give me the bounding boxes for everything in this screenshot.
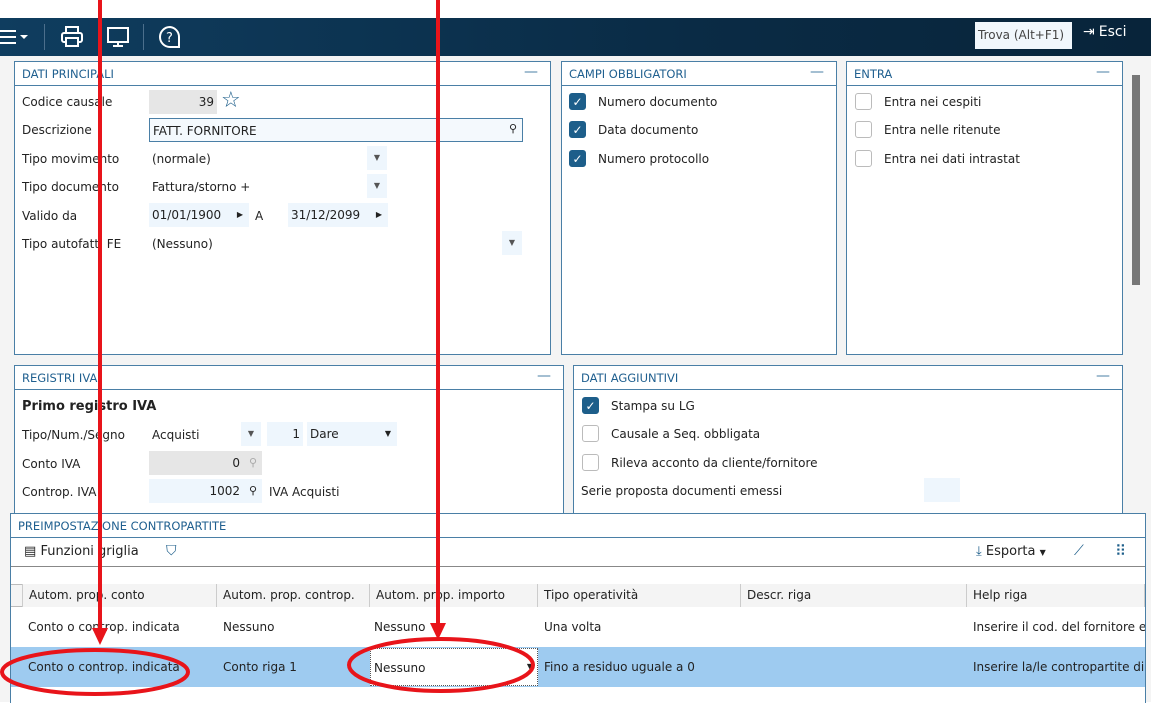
arrow-head xyxy=(92,628,108,645)
annotation-ellipse xyxy=(347,637,535,693)
annotation-overlay xyxy=(0,0,535,696)
annotation-ellipse xyxy=(0,648,190,696)
